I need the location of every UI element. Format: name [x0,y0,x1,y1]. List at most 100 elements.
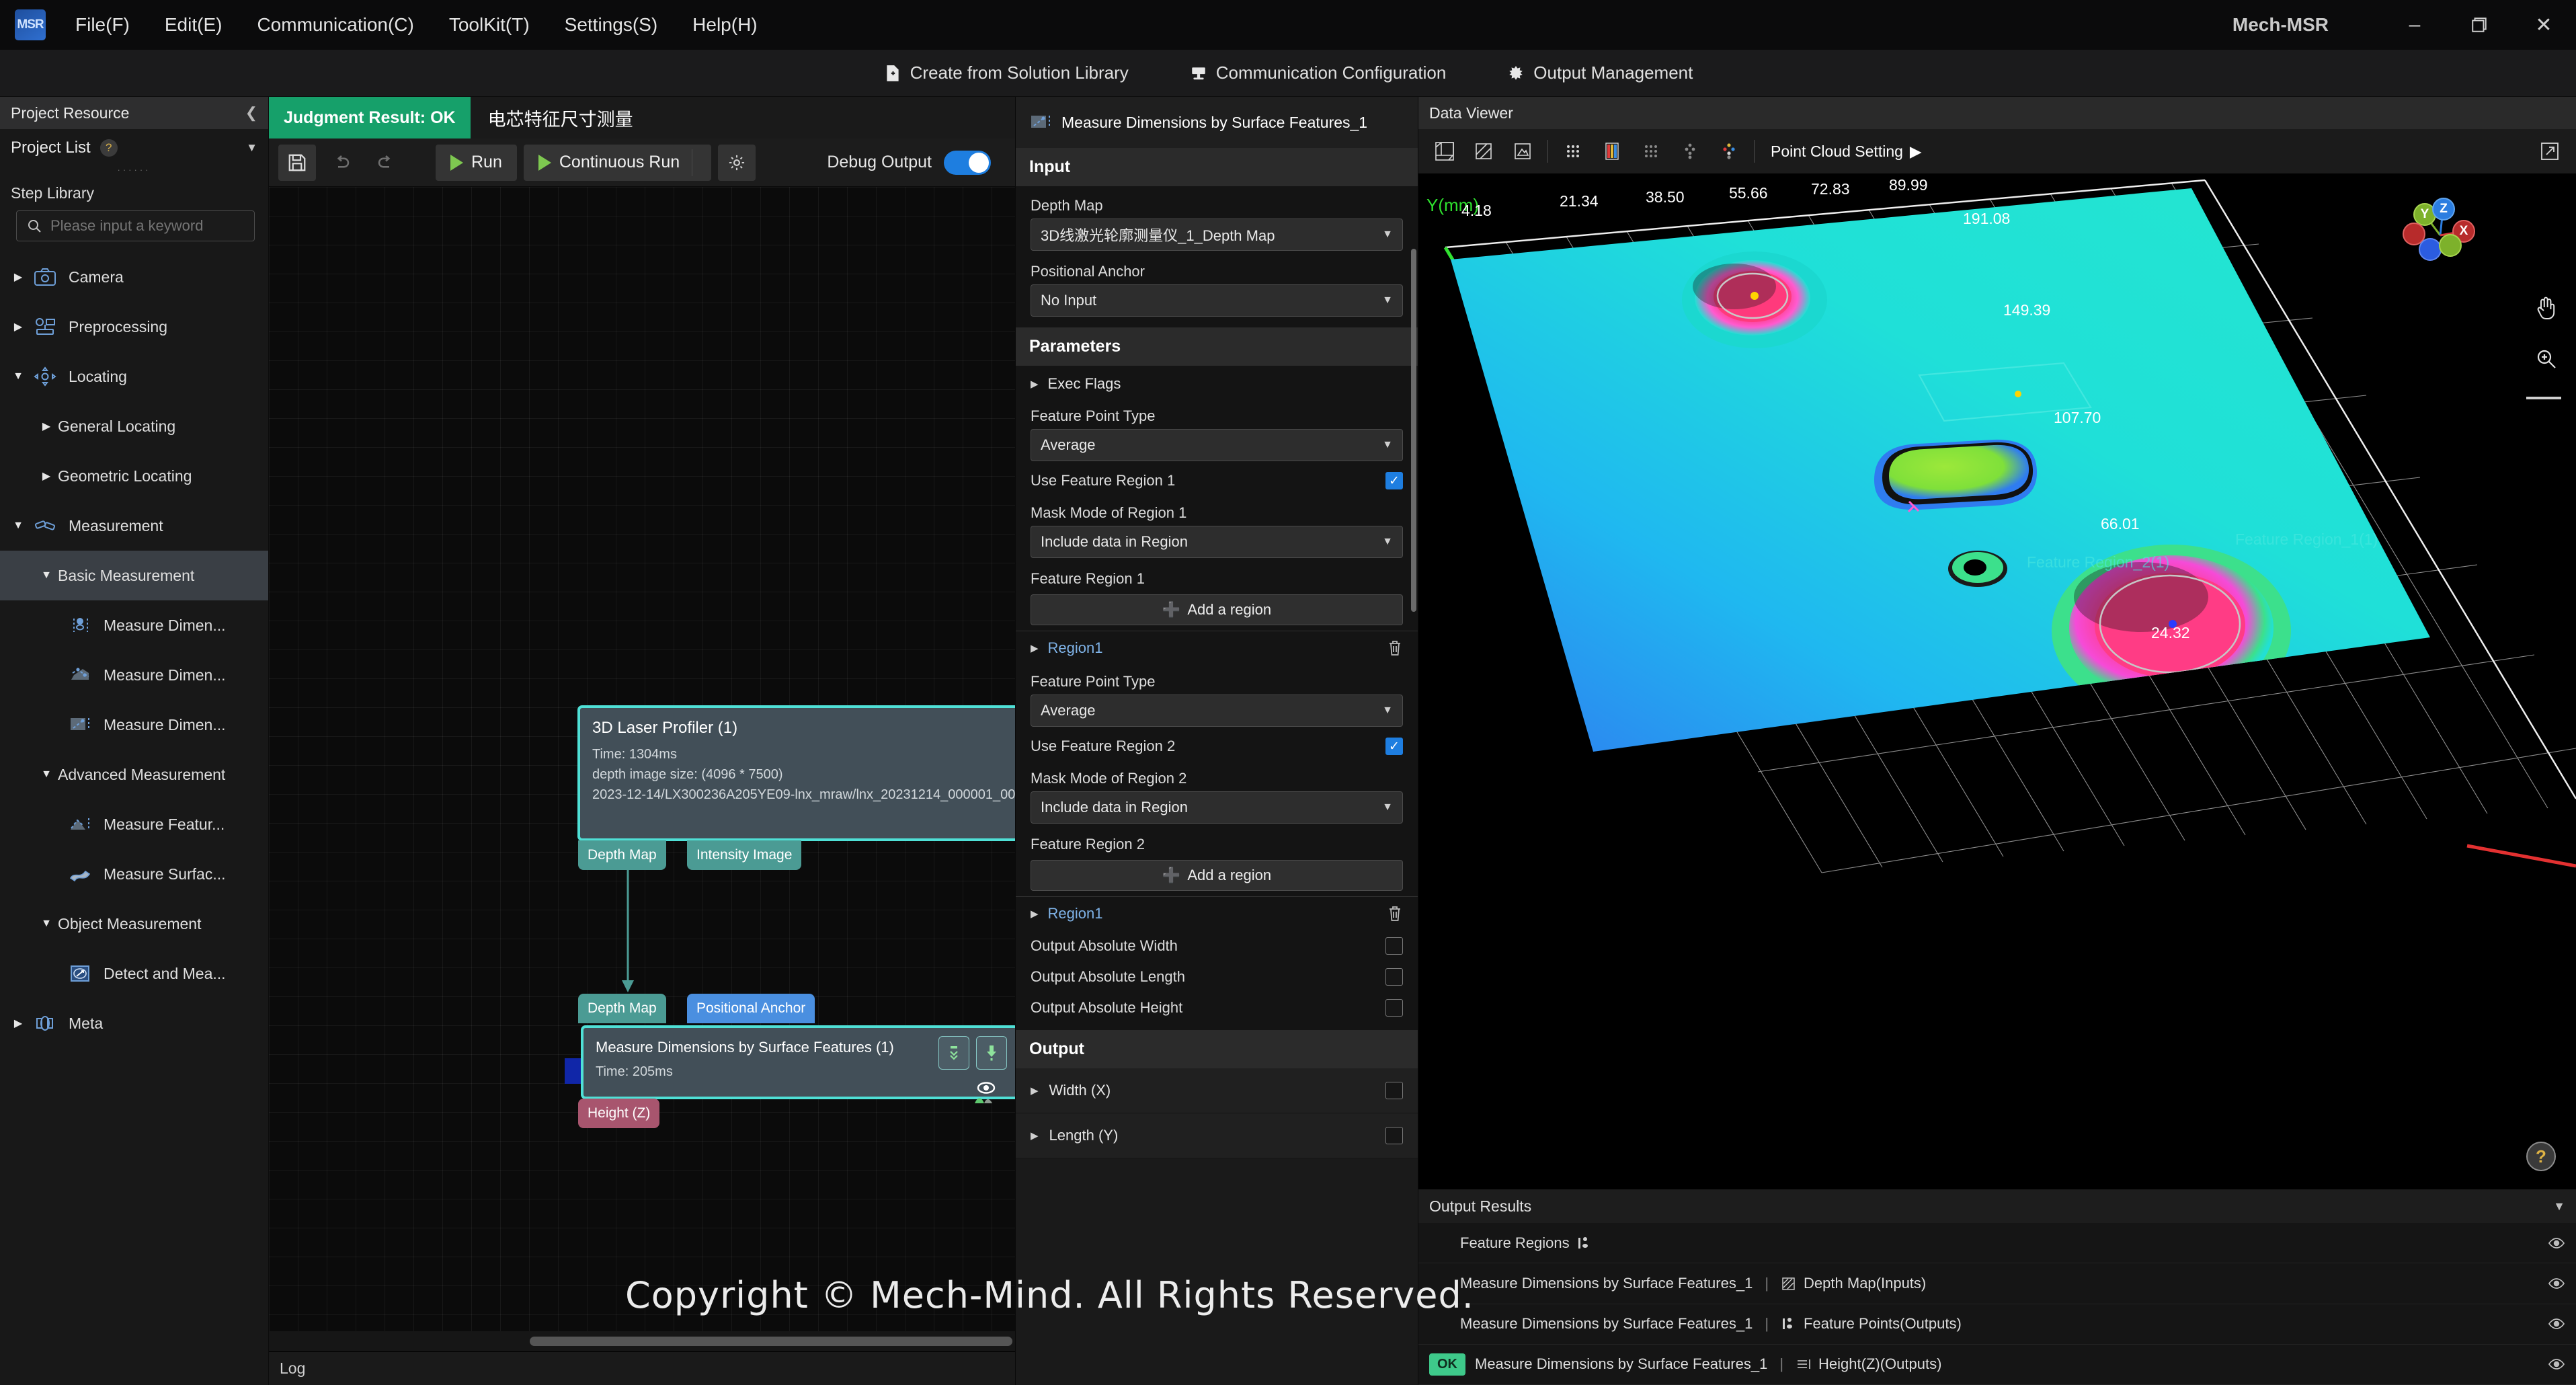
node-collapse-icon[interactable] [938,1036,969,1070]
output-absolute-height-row[interactable]: Output Absolute Height [1016,992,1418,1023]
use-feature-region-1-checkbox[interactable]: ✓ [1385,472,1403,489]
node-port-depth-map[interactable]: Depth Map [578,840,666,870]
node-input-port-depth-map[interactable]: Depth Map [578,994,666,1023]
delete-region-icon[interactable] [1387,639,1403,657]
output-result-row-3[interactable]: Measure Dimensions by Surface Features_1… [1418,1304,2576,1345]
run-settings-button[interactable] [718,144,756,181]
plane-icon[interactable] [1470,137,1498,165]
menu-edit[interactable]: Edit(E) [147,0,240,50]
chevron-right-icon[interactable]: ▶ [7,320,30,333]
tree-item-measure-features[interactable]: Measure Featur... [0,799,268,849]
chevron-down-icon[interactable]: ▼ [7,520,30,532]
add-region-2-button[interactable]: ➕ Add a region [1031,860,1403,891]
parameters-scrollbar[interactable] [1411,249,1416,612]
mask-mode-region-2-select[interactable]: Include data in Region ▼ [1031,791,1403,824]
chevron-right-icon[interactable]: ▶ [1031,642,1039,654]
mask-mode-region-1-select[interactable]: Include data in Region ▼ [1031,526,1403,558]
output-width-row[interactable]: ▶ Width (X) [1016,1068,1418,1113]
menu-help[interactable]: Help(H) [675,0,774,50]
gizmo-axis-z[interactable]: Z [2432,198,2455,221]
tree-item-preprocessing[interactable]: ▶ Preprocessing [0,302,268,352]
redo-button[interactable] [367,145,405,181]
point-cloud-setting-button[interactable]: Point Cloud Setting ▶ [1771,143,1922,161]
output-absolute-length-row[interactable]: Output Absolute Length [1016,961,1418,992]
chevron-right-icon[interactable]: ▶ [1031,908,1039,920]
point-cloud-viewport[interactable]: Feature Region_1(1) Feature Region_2(1) … [1418,173,2576,1189]
chevron-down-icon[interactable]: ▼ [35,768,58,781]
node-input-port-positional-anchor[interactable]: Positional Anchor [687,994,815,1023]
project-list-row[interactable]: Project List ? ▼ [0,129,268,167]
tree-item-camera[interactable]: ▶ Camera [0,252,268,302]
depth-map-select[interactable]: 3D线激光轮廓测量仪_1_Depth Map ▼ [1031,219,1403,251]
feature-point-type-1-select[interactable]: Average ▼ [1031,429,1403,461]
chevron-right-icon[interactable]: ▶ [35,420,58,433]
menu-settings[interactable]: Settings(S) [547,0,676,50]
color-layers-icon[interactable] [1715,137,1743,165]
chevron-right-icon[interactable]: ▶ [1031,1084,1039,1097]
menu-toolkit[interactable]: ToolKit(T) [432,0,547,50]
canvas-horizontal-scrollbar[interactable] [269,1331,1015,1351]
tree-item-general-locating[interactable]: ▶ General Locating [0,401,268,451]
output-management-button[interactable]: Output Management [1500,58,1699,87]
exec-flags-row[interactable]: ▶ Exec Flags [1016,368,1418,399]
node-3d-laser-profiler[interactable]: 3D Laser Profiler (1) Time: 1304ms depth… [578,706,1015,840]
log-bar[interactable]: Log [269,1351,1015,1385]
node-graph-canvas[interactable]: 3D Laser Profiler (1) Time: 1304ms depth… [269,187,1015,1331]
chevron-right-icon[interactable]: ▶ [7,270,30,284]
tree-item-measure-dimensions-1[interactable]: Measure Dimen... [0,600,268,650]
output-width-checkbox[interactable] [1385,1082,1403,1099]
node-visibility-icon[interactable] [971,1080,1002,1111]
chevron-down-icon[interactable]: ▼ [35,569,58,582]
help-question-icon[interactable]: ? [99,139,118,157]
chevron-down-icon[interactable]: ▼ [246,141,257,155]
delete-region-icon[interactable] [1387,905,1403,922]
gizmo-axis-neg-z[interactable] [2419,238,2442,261]
output-result-row-1[interactable]: Feature Regions [1418,1223,2576,1264]
points-sparse-icon[interactable] [1559,137,1587,165]
debug-output-toggle[interactable] [944,150,991,175]
chevron-right-icon[interactable]: ▶ [7,1017,30,1030]
pan-hand-icon[interactable] [2534,294,2559,320]
tree-item-detect-and-measure[interactable]: Detect and Mea... [0,949,268,998]
search-box[interactable] [16,210,255,241]
menu-file[interactable]: File(F) [58,0,147,50]
tree-item-measure-dimensions-3[interactable]: Measure Dimen... [0,700,268,750]
cube-icon[interactable] [1431,137,1459,165]
add-region-1-button[interactable]: ➕ Add a region [1031,594,1403,625]
use-feature-region-2-row[interactable]: Use Feature Region 2 ✓ [1016,731,1418,762]
visibility-toggle-icon[interactable] [2548,1275,2565,1292]
feature-point-type-2-select[interactable]: Average ▼ [1031,695,1403,727]
undo-button[interactable] [323,145,360,181]
region-2-row[interactable]: ▶ Region1 [1016,896,1418,931]
node-run-to-here-icon[interactable] [976,1036,1007,1070]
tree-item-object-measurement[interactable]: ▼ Object Measurement [0,899,268,949]
node-measure-dimensions[interactable]: Measure Dimensions by Surface Features (… [581,1026,1015,1103]
communication-configuration-button[interactable]: Communication Configuration [1182,58,1453,87]
gizmo-axis-neg-y[interactable] [2439,234,2462,257]
output-length-checkbox[interactable] [1385,1127,1403,1144]
orientation-gizmo[interactable]: Y Z X [2401,194,2482,274]
scrollbar-thumb[interactable] [530,1337,1012,1346]
tree-item-meta[interactable]: ▶ Meta [0,998,268,1048]
positional-anchor-select[interactable]: No Input ▼ [1031,284,1403,317]
menu-communication[interactable]: Communication(C) [239,0,431,50]
collapse-left-panel-icon[interactable]: ❮ [245,104,257,122]
visibility-toggle-icon[interactable] [2548,1315,2565,1333]
close-icon[interactable]: ✕ [2511,0,2576,50]
viewport-help-icon[interactable]: ? [2526,1142,2556,1171]
chevron-right-icon[interactable]: ▶ [35,469,58,483]
image-icon[interactable] [1508,137,1537,165]
node-output-port-height-z[interactable]: Height (Z) [578,1099,660,1128]
tree-item-basic-measurement[interactable]: ▼ Basic Measurement [0,551,268,600]
continuous-run-button[interactable]: Continuous Run [523,144,712,181]
output-absolute-width-checkbox[interactable] [1385,937,1403,955]
layers-down-icon[interactable] [1676,137,1704,165]
tree-item-measurement[interactable]: ▼ Measurement [0,501,268,551]
output-length-row[interactable]: ▶ Length (Y) [1016,1113,1418,1158]
chevron-down-icon[interactable]: ▼ [2553,1199,2565,1214]
node-port-intensity-image[interactable]: Intensity Image [687,840,802,870]
output-absolute-height-checkbox[interactable] [1385,999,1403,1017]
run-button[interactable]: Run [436,144,517,181]
output-result-row-2[interactable]: Measure Dimensions by Surface Features_1… [1418,1263,2576,1304]
create-from-solution-library-button[interactable]: Create from Solution Library [877,58,1135,87]
